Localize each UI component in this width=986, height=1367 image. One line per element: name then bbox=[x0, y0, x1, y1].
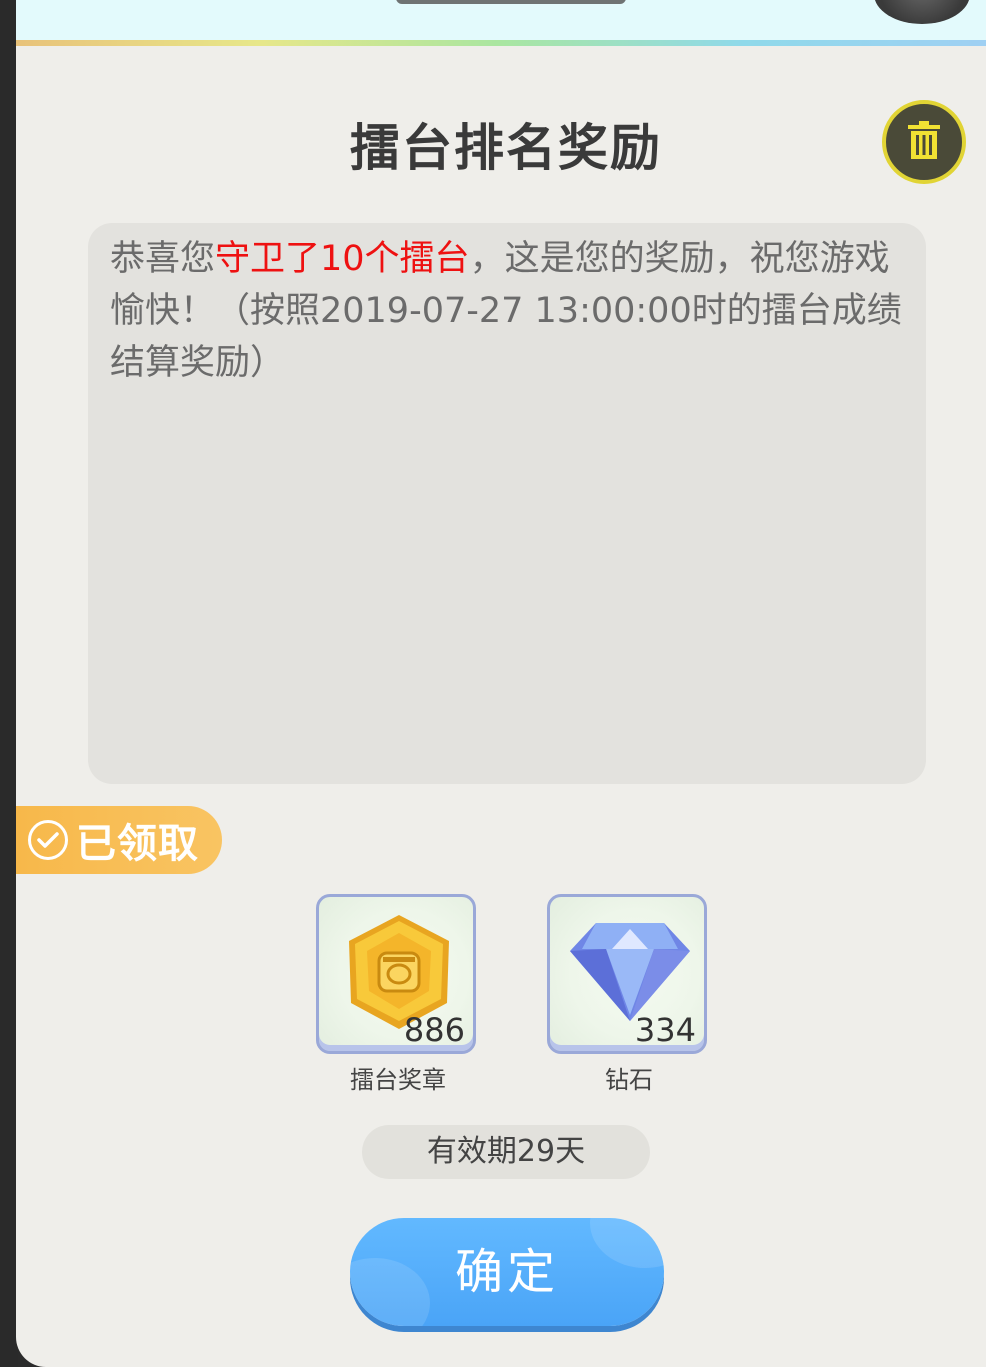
reward-card: 886 bbox=[316, 894, 476, 1054]
message-box: 恭喜您守卫了10个擂台，这是您的奖励，祝您游戏愉快！（按照2019-07-27 … bbox=[88, 223, 926, 784]
header-title-fragment bbox=[396, 0, 626, 4]
reward-name: 擂台奖章 bbox=[350, 1066, 446, 1094]
reward-card: 334 bbox=[547, 894, 707, 1054]
trash-icon bbox=[906, 121, 942, 163]
reward-count: 886 bbox=[403, 1011, 465, 1049]
reward-count: 334 bbox=[634, 1011, 696, 1049]
dialog-title: 擂台排名奖励 bbox=[350, 119, 662, 177]
confirm-button[interactable]: 确定 bbox=[350, 1218, 664, 1326]
message-text: 恭喜您守卫了10个擂台，这是您的奖励，祝您游戏愉快！（按照2019-07-27 … bbox=[110, 233, 910, 389]
message-highlight: 守卫了10个擂台 bbox=[215, 239, 470, 279]
close-button[interactable] bbox=[874, 0, 970, 24]
confirm-button-label: 确定 bbox=[454, 1244, 559, 1300]
reward-mail-dialog: 擂台排名奖励 恭喜您守卫了10个擂台，这是您的奖励，祝您游戏愉快！（按照2019… bbox=[16, 0, 986, 1367]
reward-item-medal[interactable]: 886 擂台奖章 bbox=[316, 894, 480, 1095]
claimed-status-badge: 已领取 bbox=[16, 806, 222, 874]
reward-item-diamond[interactable]: 334 钻石 bbox=[547, 894, 711, 1095]
check-circle-icon bbox=[28, 820, 68, 860]
claimed-label: 已领取 bbox=[76, 821, 199, 867]
delete-button[interactable] bbox=[882, 100, 966, 184]
message-prefix: 恭喜您 bbox=[110, 239, 216, 279]
header-bar bbox=[16, 0, 986, 46]
reward-name: 钻石 bbox=[605, 1066, 653, 1094]
validity-label: 有效期29天 bbox=[362, 1125, 650, 1179]
header-divider bbox=[16, 40, 986, 46]
